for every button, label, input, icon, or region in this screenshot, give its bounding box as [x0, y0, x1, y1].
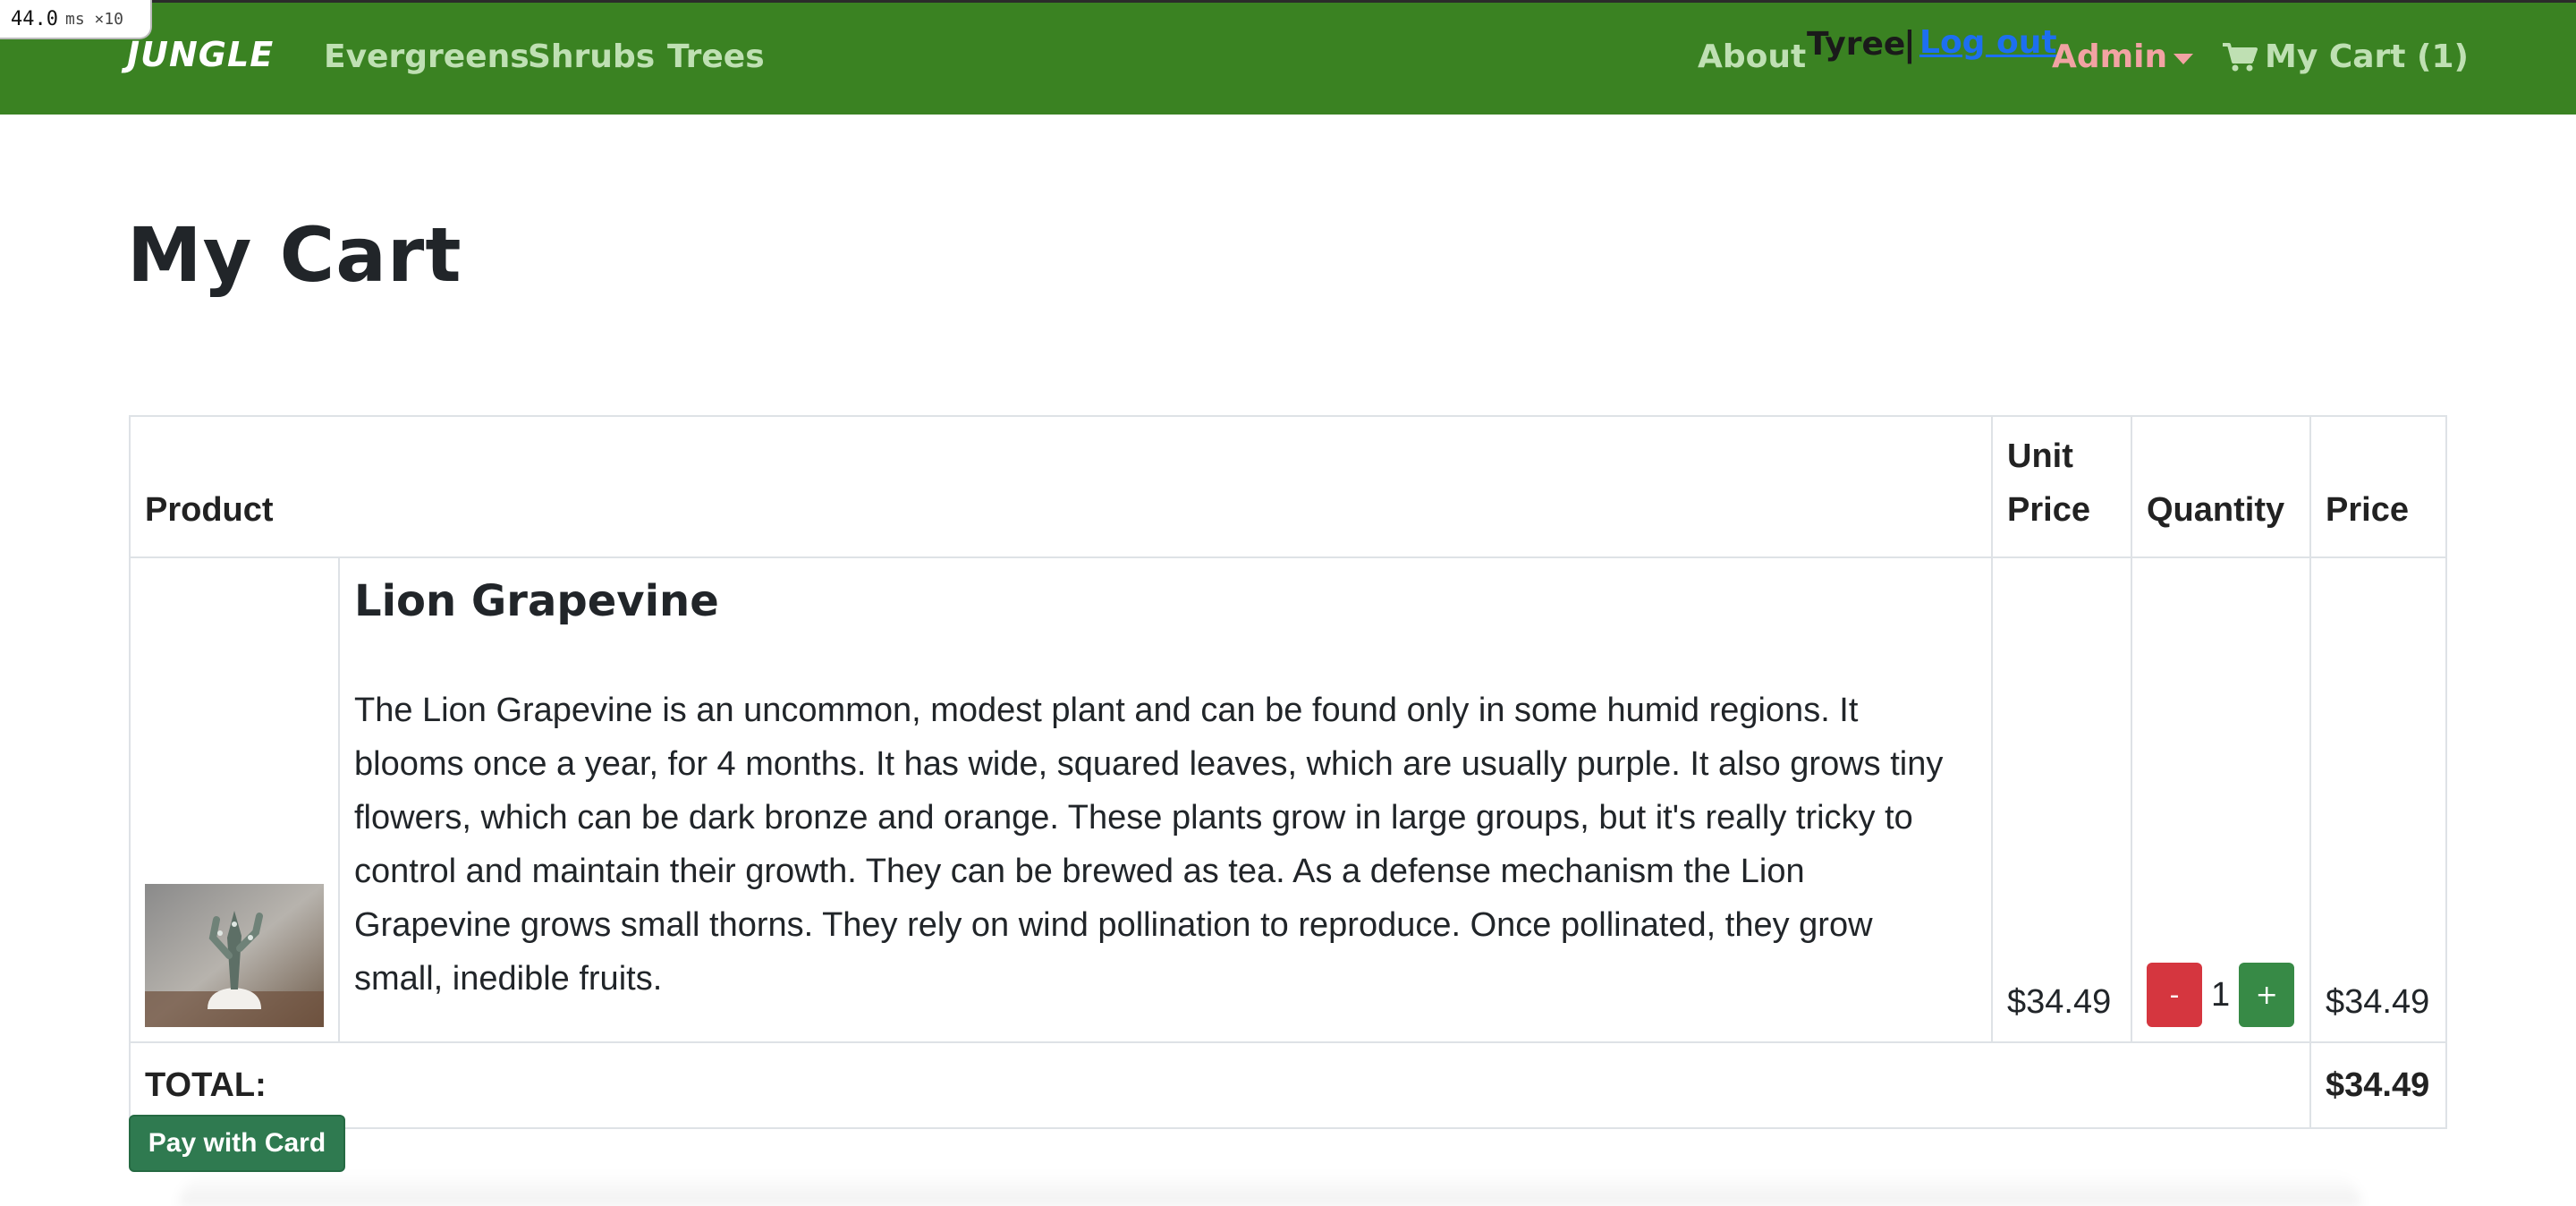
brand-logo[interactable]: JUNGLE: [127, 35, 274, 74]
performance-badge: 44.0 ms ×10: [0, 0, 152, 39]
user-separator: |: [1903, 24, 1916, 64]
admin-dropdown[interactable]: Admin: [2052, 38, 2167, 75]
perf-unit: ms ×10: [64, 9, 124, 29]
logout-link[interactable]: Log out: [1919, 24, 2057, 61]
product-image: [145, 884, 324, 1027]
product-name[interactable]: Lion Grapevine: [354, 576, 1952, 626]
header-quantity: Quantity: [2131, 415, 2311, 558]
decrease-quantity-button[interactable]: -: [2147, 963, 2202, 1027]
total-row: TOTAL: $34.49: [129, 1041, 2447, 1129]
user-name: Tyree: [1807, 26, 1906, 63]
nav-link-about[interactable]: About: [1698, 38, 1806, 75]
nav-link-shrubs[interactable]: Shrubs: [528, 38, 655, 75]
product-image-cell: [129, 556, 340, 1043]
pay-with-card-button[interactable]: Pay with Card: [129, 1115, 345, 1172]
line-price: $34.49: [2309, 556, 2447, 1043]
quantity-stepper: - 1 +: [2147, 963, 2295, 1027]
increase-quantity-button[interactable]: +: [2239, 963, 2295, 1027]
product-description: The Lion Grapevine is an uncommon, modes…: [354, 692, 1944, 998]
header-unit-price: Unit Price: [1991, 415, 2132, 558]
cart-table: Product Unit Price Quantity Price Lion G…: [129, 415, 2447, 1129]
shopping-cart-icon: [2223, 42, 2258, 71]
unit-price: $34.49: [1991, 556, 2132, 1043]
cart-link[interactable]: My Cart (1): [2222, 38, 2469, 75]
modal-shadow: [179, 1172, 2361, 1206]
header-product: Product: [129, 415, 1993, 558]
quantity-value: 1: [2211, 975, 2231, 1014]
quantity-cell: - 1 +: [2131, 556, 2311, 1043]
total-value: $34.49: [2309, 1041, 2447, 1129]
product-details-cell: Lion Grapevine The Lion Grapevine is an …: [338, 556, 1993, 1043]
perf-value: 44.0: [11, 7, 58, 30]
total-label: TOTAL:: [129, 1041, 2311, 1129]
header-price: Price: [2309, 415, 2447, 558]
nav-link-trees[interactable]: Trees: [667, 38, 765, 75]
page-title: My Cart: [127, 211, 462, 299]
navbar: JUNGLE Evergreens Shrubs Trees About Tyr…: [0, 0, 2576, 115]
table-row: Lion Grapevine The Lion Grapevine is an …: [129, 556, 2447, 1043]
chevron-down-icon[interactable]: [2174, 54, 2193, 64]
nav-link-evergreens[interactable]: Evergreens: [324, 38, 530, 75]
cart-link-label: My Cart (1): [2265, 38, 2469, 75]
